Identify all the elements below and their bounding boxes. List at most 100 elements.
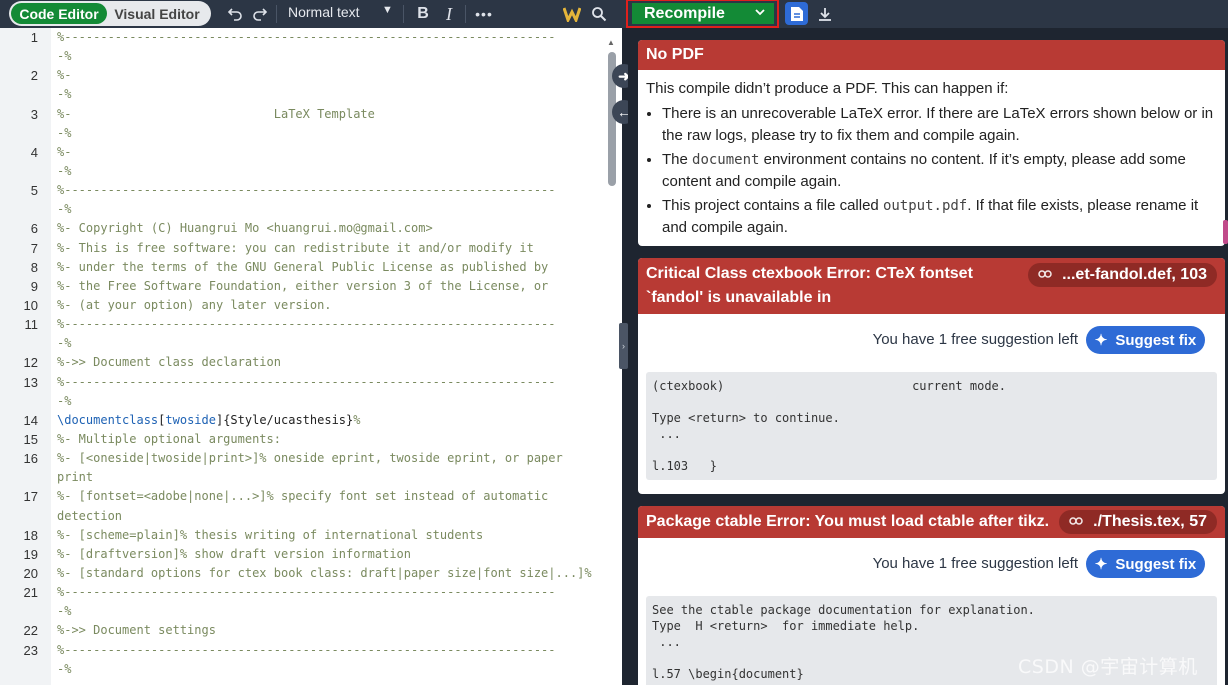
code-line-text: %- (57, 144, 72, 159)
download-icon[interactable] (815, 4, 835, 24)
inline-code: output.pdf (882, 197, 968, 214)
line-number: 5 (30, 183, 38, 199)
code-line[interactable]: -% (0, 334, 606, 353)
code-line-text: -% (57, 49, 72, 64)
code-line-text: %---------------------------------------… (57, 374, 556, 389)
line-number: 19 (23, 546, 38, 562)
code-line[interactable]: -% (0, 162, 606, 181)
recompile-button[interactable]: Recompile (632, 3, 774, 24)
search-icon[interactable] (589, 4, 609, 24)
line-number: 1 (30, 30, 38, 45)
suggest-fix-label: Suggest fix (1115, 555, 1197, 573)
visual-editor-tab[interactable]: Visual Editor (107, 3, 207, 24)
suggest-fix-button[interactable]: ✦ Suggest fix (1086, 326, 1205, 354)
line-number: 21 (23, 585, 38, 601)
line-number: 16 (23, 451, 38, 467)
no-pdf-reason: The document environment contains no con… (662, 149, 1217, 194)
code-line[interactable]: 21 %-------------------------------------… (0, 583, 606, 602)
italic-icon[interactable]: I (439, 4, 459, 24)
code-line[interactable]: 11 %-------------------------------------… (0, 315, 606, 334)
code-line-text: %- LaTeX Template (57, 106, 375, 121)
bold-icon[interactable]: B (413, 4, 433, 24)
code-line[interactable]: 16 %- [<oneside|twoside|print>]% oneside … (0, 449, 606, 468)
code-line[interactable]: -% (0, 85, 606, 104)
code-line-text: %- (57, 68, 72, 83)
scroll-up-icon[interactable]: ▲ (607, 38, 615, 47)
code-line[interactable]: 3 %- LaTeX Template (0, 105, 606, 124)
error-location: ./Thesis.tex, 57 (1093, 513, 1207, 530)
logs-file-icon[interactable] (785, 2, 808, 25)
code-line-text: %- [draftversion]% show draft version in… (57, 546, 412, 561)
code-line[interactable]: 6 %- Copyright (C) Huangrui Mo <huangrui.… (0, 219, 606, 238)
redo-icon[interactable] (250, 4, 270, 24)
code-content[interactable]: 1 %--------------------------------------… (0, 28, 606, 679)
error-location-link[interactable]: ./Thesis.tex, 57 (1059, 510, 1217, 534)
line-number: 3 (30, 106, 38, 122)
code-editor[interactable]: 1 %--------------------------------------… (0, 28, 622, 685)
code-line[interactable]: 8 %- under the terms of the GNU General P… (0, 258, 606, 277)
code-line[interactable]: 9 %- the Free Software Foundation, either… (0, 277, 606, 296)
code-line[interactable]: 5 %--------------------------------------… (0, 181, 606, 200)
collapse-pane-handle[interactable]: › (619, 323, 628, 369)
code-line-text: %- (at your option) any later version. (57, 297, 332, 312)
code-line[interactable]: -% (0, 47, 606, 66)
no-pdf-intro: This compile didn’t produce a PDF. This … (646, 80, 1009, 97)
code-line-text: -% (57, 202, 72, 217)
more-options-icon[interactable]: ••• (474, 4, 494, 24)
code-line[interactable]: 13 %-------------------------------------… (0, 373, 606, 392)
line-number: 12 (23, 355, 38, 371)
line-number: 13 (23, 374, 38, 390)
code-line[interactable]: 7 %- This is free software: you can redis… (0, 239, 606, 258)
line-number: 18 (23, 527, 38, 543)
line-number: 23 (23, 642, 38, 658)
code-line[interactable]: 19 %- [draftversion]% show draft version … (0, 545, 606, 564)
code-line[interactable]: 10 %- (at your option) any later version. (0, 296, 606, 315)
code-line[interactable]: -% (0, 124, 606, 143)
code-line[interactable]: 17 %- [fontset=<adobe|none|...>]% specify… (0, 487, 606, 506)
code-line[interactable]: 4 %- (0, 143, 606, 162)
text-style-select[interactable]: Normal text ▼ (288, 4, 393, 20)
code-line[interactable]: -% (0, 660, 606, 679)
suggest-fix-button[interactable]: ✦ Suggest fix (1086, 550, 1205, 578)
code-line[interactable]: -% (0, 602, 606, 621)
code-line[interactable]: 12 %->> Document class declaration (0, 353, 606, 372)
error-title[interactable]: Critical Class ctexbook Error: CTeX font… (638, 258, 1225, 314)
code-line[interactable]: 1 %--------------------------------------… (0, 28, 606, 47)
logs-scrollbar-thumb[interactable] (1223, 220, 1228, 244)
line-number: 15 (23, 431, 38, 447)
code-line[interactable]: -% (0, 392, 606, 411)
code-line-text: %---------------------------------------… (57, 585, 556, 600)
line-number: 22 (23, 623, 38, 639)
code-line-text: %---------------------------------------… (57, 642, 556, 657)
code-line[interactable]: 22 %->> Document settings (0, 621, 606, 640)
error-title-text: Critical Class ctexbook Error: CTeX font… (646, 265, 973, 306)
error-location-link[interactable]: ...et-fandol.def, 103 (1028, 263, 1217, 287)
code-line[interactable]: 14 \documentclass[twoside]{Style/ucasthes… (0, 411, 606, 430)
code-editor-tab[interactable]: Code Editor (11, 3, 107, 24)
code-line[interactable]: -% (0, 200, 606, 219)
undo-icon[interactable] (225, 4, 245, 24)
code-line[interactable]: 2 %- (0, 66, 606, 85)
error-location: ...et-fandol.def, 103 (1062, 266, 1207, 283)
code-line[interactable]: 20 %- [standard options for ctex book cla… (0, 564, 606, 583)
chevron-down-icon[interactable] (754, 5, 766, 23)
line-number: 17 (23, 489, 38, 505)
code-line-text: -% (57, 87, 72, 102)
code-line-text: %---------------------------------------… (57, 317, 556, 332)
suggestion-row: You have 1 free suggestion left ✦ Sugges… (638, 314, 1225, 372)
code-line-text: -% (57, 163, 72, 178)
link-icon (1038, 263, 1052, 287)
error-title[interactable]: Package ctable Error: You must load ctab… (638, 506, 1225, 538)
editor-scrollbar[interactable]: ▲ ▼ (607, 38, 616, 685)
code-line-text: %---------------------------------------… (57, 30, 556, 44)
code-line[interactable]: 18 %- [scheme=plain]% thesis writing of i… (0, 526, 606, 545)
code-line-text: %- This is free software: you can redist… (57, 240, 534, 255)
code-line[interactable]: print (0, 468, 606, 487)
writefull-icon[interactable] (562, 4, 582, 24)
code-line[interactable]: 15 %- Multiple optional arguments: (0, 430, 606, 449)
code-line[interactable]: 23 %-------------------------------------… (0, 641, 606, 660)
code-line[interactable]: detection (0, 507, 606, 526)
code-line-text: -% (57, 125, 72, 140)
toolbar-divider (276, 5, 277, 23)
code-line-text: %->> Document class declaration (57, 355, 281, 370)
